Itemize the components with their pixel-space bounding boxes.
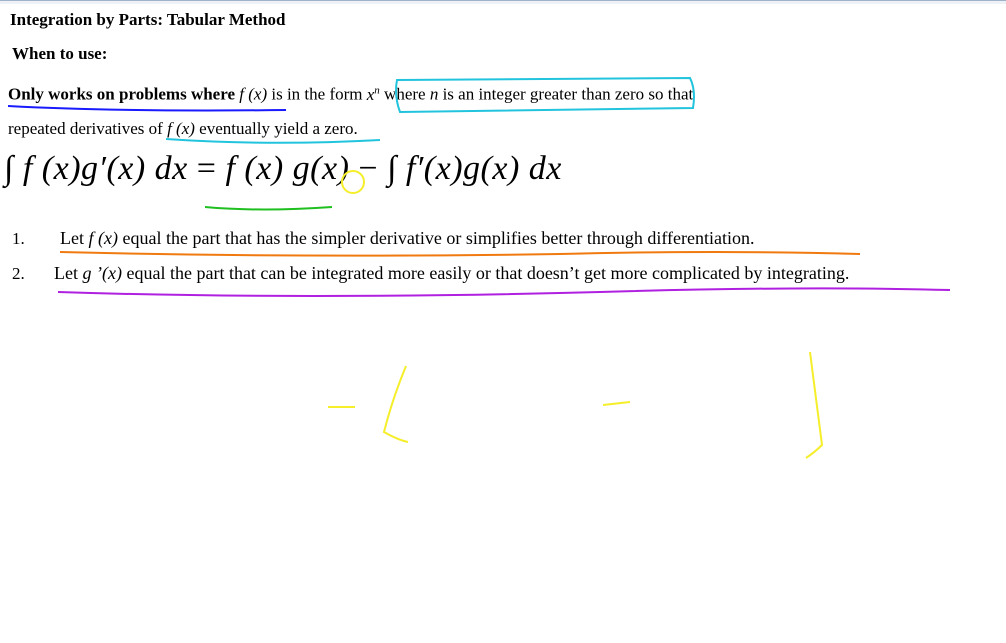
when-to-use-heading: When to use: xyxy=(12,44,108,63)
purple-underline xyxy=(57,287,951,297)
formula-uv-term: f (x) g(x) xyxy=(225,150,350,187)
in-the-form-text: is in the form xyxy=(271,84,363,104)
condition-line-2: repeated derivatives of f (x) eventually… xyxy=(8,119,358,139)
step-2: Let g ’(x) equal the part that can be in… xyxy=(54,263,849,284)
condition-line-1: Only works on problems where f (x) is in… xyxy=(8,84,693,105)
integral-sign-right: ∫ xyxy=(387,150,397,187)
orange-underline xyxy=(59,251,861,257)
condition-lead: Only works on problems where xyxy=(8,84,236,104)
f-of-x-2: f (x) xyxy=(167,119,195,138)
n-var: n xyxy=(429,84,439,104)
integer-condition: is an integer greater than zero xyxy=(442,84,645,104)
step-1-number: 1. xyxy=(12,229,25,248)
formula-rhs-integrand: f′(x)g(x) dx xyxy=(405,150,562,187)
step-1: Let f (x) equal the part that has the si… xyxy=(60,228,754,249)
step-1-text: equal the part that has the simpler deri… xyxy=(122,228,755,248)
yield-zero-text: eventually yield a zero. xyxy=(199,119,358,138)
where-text: where xyxy=(384,84,426,104)
yellow-bracket-left xyxy=(382,365,409,443)
f-of-x: f (x) xyxy=(239,84,268,104)
repeated-derivatives-text: repeated derivatives of xyxy=(8,119,163,138)
integral-sign-left: ∫ xyxy=(4,150,14,187)
so-that-text: so that xyxy=(648,84,694,104)
step-2-number: 2. xyxy=(12,264,25,283)
integration-by-parts-formula: ∫ f (x)g′(x) dx = f (x) g(x) − ∫ f′(x)g(… xyxy=(4,150,562,188)
step-1-let: Let xyxy=(60,228,84,248)
x-to-n: xn xyxy=(367,84,380,104)
blue-underline xyxy=(7,105,287,112)
cyan-underline xyxy=(165,138,381,144)
formula-lhs: f (x)g′(x) dx xyxy=(22,150,188,187)
green-underline xyxy=(204,206,333,211)
step-2-let: Let xyxy=(54,263,78,283)
page-title: Integration by Parts: Tabular Method xyxy=(10,10,286,29)
step-1-var: f (x) xyxy=(88,228,118,248)
step-2-var: g ’(x) xyxy=(82,263,122,283)
window-top-border xyxy=(0,0,1006,4)
step-2-text: equal the part that can be integrated mo… xyxy=(126,263,850,283)
yellow-bracket-right xyxy=(805,351,824,459)
yellow-dash-mid xyxy=(602,401,631,406)
formula-equals: = xyxy=(196,150,217,187)
formula-minus: − xyxy=(358,150,379,187)
n-superscript: n xyxy=(374,84,380,96)
